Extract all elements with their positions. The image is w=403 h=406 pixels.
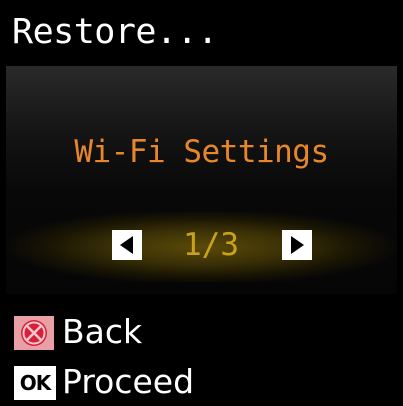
stop-icon [14,316,54,350]
page-indicator: 1/3 [183,227,239,263]
option-panel: Wi-Fi Settings 1/3 [6,66,397,294]
ok-button-icon: OK [14,366,56,400]
screen-title: Restore... [12,12,218,52]
next-arrow-icon[interactable] [282,230,312,260]
previous-arrow-icon[interactable] [112,230,142,260]
title-bar: Restore... [0,0,403,66]
button-legend: Back OK Proceed [0,296,403,403]
back-label: Back [62,312,143,351]
printer-lcd-screen: Restore... Wi-Fi Settings 1/3 Back OK Pr… [0,0,403,403]
proceed-label: Proceed [62,362,195,401]
option-label[interactable]: Wi-Fi Settings [6,132,397,172]
option-pager: 1/3 [6,212,397,282]
